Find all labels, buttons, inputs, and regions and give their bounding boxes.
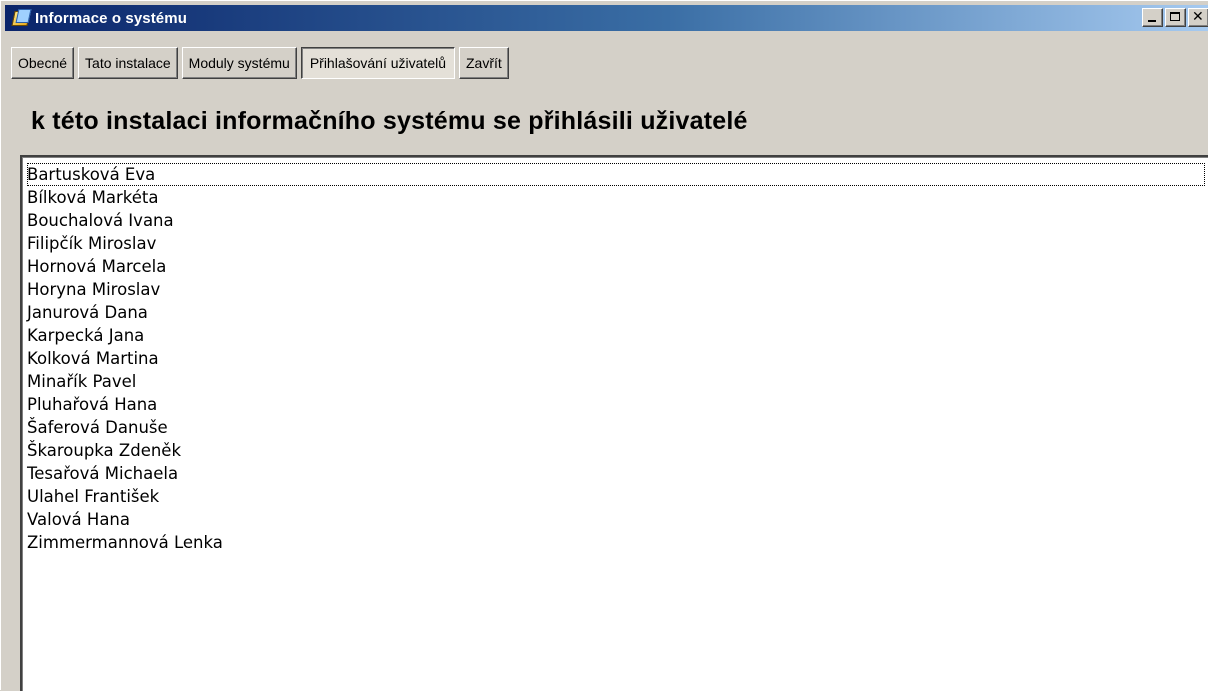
list-item[interactable]: Šaferová Danuše — [27, 416, 1208, 439]
list-item[interactable]: Bartusková Eva — [27, 163, 1205, 186]
list-item[interactable]: Škaroupka Zdeněk — [27, 439, 1208, 462]
title-bar[interactable]: Informace o systému ✕ — [5, 5, 1208, 31]
minimize-icon — [1148, 20, 1156, 22]
close-icon: ✕ — [1192, 9, 1204, 25]
window-controls: ✕ — [1140, 8, 1208, 27]
list-item[interactable]: Horyna Miroslav — [27, 278, 1208, 301]
tab-system-modules[interactable]: Moduly systému — [181, 47, 297, 79]
app-icon[interactable] — [11, 8, 32, 28]
list-item[interactable]: Karpecká Jana — [27, 324, 1208, 347]
list-item[interactable]: Valová Hana — [27, 508, 1208, 531]
tab-this-installation[interactable]: Tato instalace — [78, 47, 178, 79]
close-tab-button[interactable]: Zavřít — [459, 47, 509, 79]
tab-general[interactable]: Obecné — [11, 47, 75, 79]
close-button[interactable]: ✕ — [1188, 8, 1208, 27]
list-item[interactable]: Bílková Markéta — [27, 186, 1208, 209]
users-listbox[interactable]: Bartusková Eva Bílková Markéta Bouchalov… — [20, 155, 1208, 691]
list-item[interactable]: Filipčík Miroslav — [27, 232, 1208, 255]
list-item[interactable]: Hornová Marcela — [27, 255, 1208, 278]
list-item[interactable]: Tesařová Michaela — [27, 462, 1208, 485]
toolbar: Obecné Tato instalace Moduly systému Při… — [11, 47, 509, 79]
list-item[interactable]: Kolková Martina — [27, 347, 1208, 370]
list-item[interactable]: Janurová Dana — [27, 301, 1208, 324]
maximize-icon — [1170, 12, 1180, 21]
maximize-button[interactable] — [1165, 8, 1186, 27]
app-window: Informace o systému ✕ Obecné Tato instal… — [0, 0, 1208, 691]
list-item[interactable]: Zimmermannová Lenka — [27, 531, 1208, 554]
list-item[interactable]: Minařík Pavel — [27, 370, 1208, 393]
users-list: Bartusková Eva Bílková Markéta Bouchalov… — [22, 157, 1208, 554]
list-item[interactable]: Ulahel František — [27, 485, 1208, 508]
page-title: k této instalaci informačního systému se… — [31, 107, 748, 135]
list-item[interactable]: Bouchalová Ivana — [27, 209, 1208, 232]
tab-user-logins[interactable]: Přihlašování uživatelů — [300, 47, 455, 79]
minimize-button[interactable] — [1142, 8, 1163, 27]
window-title: Informace o systému — [35, 9, 187, 27]
list-item[interactable]: Pluhařová Hana — [27, 393, 1208, 416]
